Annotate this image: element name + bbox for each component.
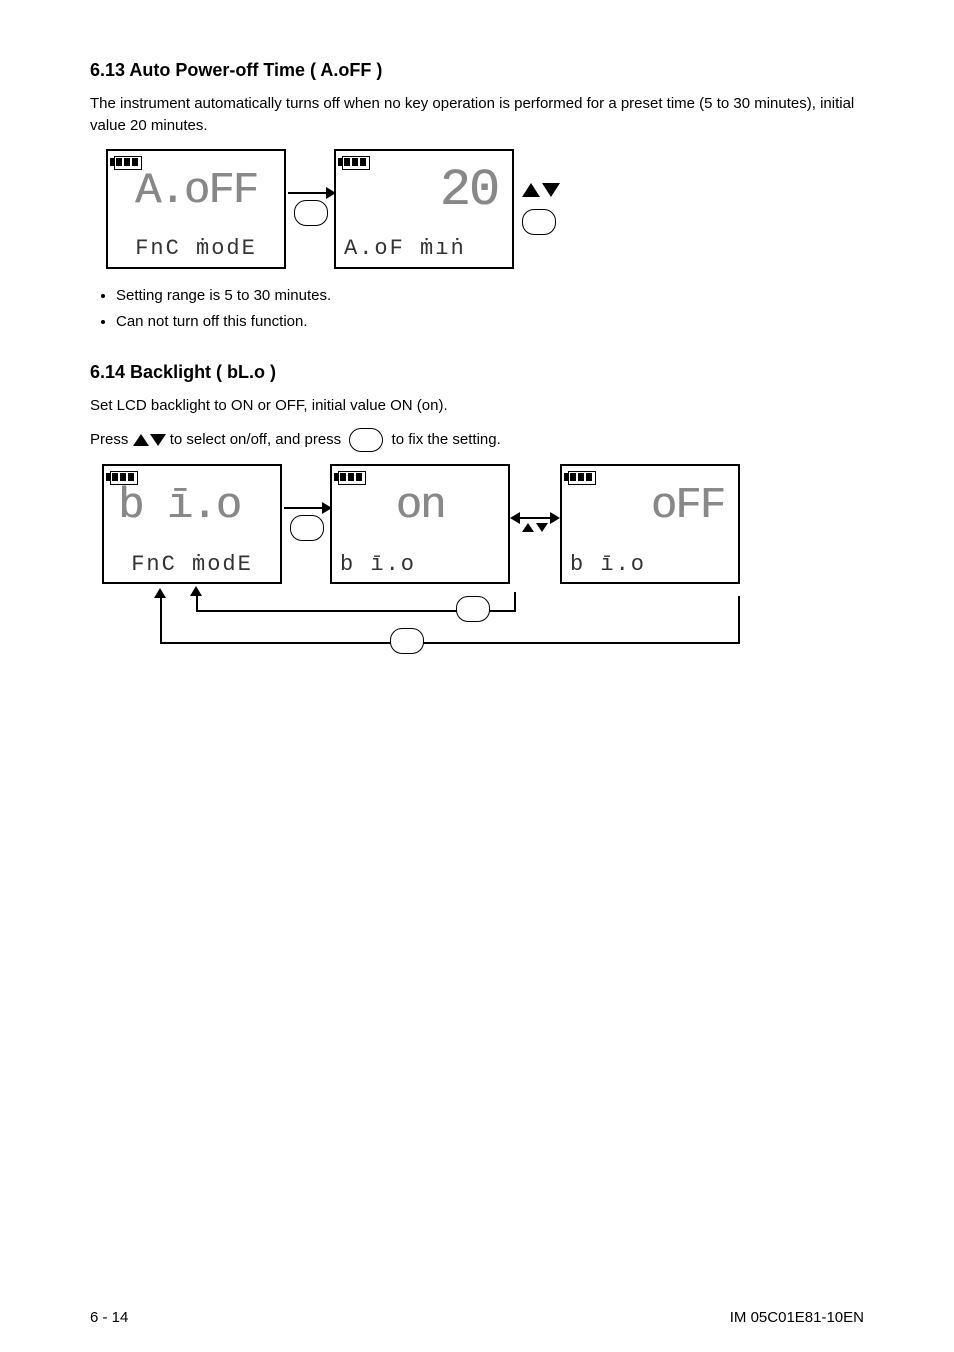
lcd-sub-text: FnC ṁodE (131, 552, 253, 577)
control-hint (522, 183, 560, 235)
battery-icon (342, 156, 368, 168)
lcd-screen-blo-menu: b ī.o FnC ṁodE (102, 464, 282, 584)
button-icon (290, 515, 324, 541)
up-down-icon (133, 434, 166, 446)
return-arrows (120, 600, 864, 670)
text-fix: to fix the setting. (392, 431, 501, 448)
battery-icon (568, 471, 594, 483)
page: 6.13 Auto Power-off Time ( A.oFF ) The i… (0, 0, 954, 1352)
button-icon (349, 428, 383, 452)
arrow-up-icon (154, 588, 166, 598)
text-select: to select on/off, and press (170, 431, 346, 448)
page-number: 6 - 14 (90, 1309, 128, 1326)
up-down-icon (522, 523, 548, 532)
lcd-sub-text: FnC ṁodE (135, 236, 257, 261)
button-icon (522, 209, 556, 235)
return-line-1 (196, 610, 516, 612)
lcd-main-text: on (396, 481, 445, 531)
section-6-14-title: 6.14 Backlight ( bL.o ) (90, 362, 864, 383)
lcd-screen-blo-off: oFF b ī.o (560, 464, 740, 584)
doc-id: IM 05C01E81-10EN (730, 1309, 864, 1326)
lcd-sub-text: b ī.o (340, 552, 416, 577)
section-6-13-title: 6.13 Auto Power-off Time ( A.oFF ) (90, 60, 864, 81)
arrow-up-icon (190, 586, 202, 596)
button-icon (294, 200, 328, 226)
section-6-13-bullets: Setting range is 5 to 30 minutes. Can no… (90, 285, 864, 334)
arrow-button-group (284, 507, 330, 541)
lcd-screen-blo-on: on b ī.o (330, 464, 510, 584)
section-6-13-desc: The instrument automatically turns off w… (90, 93, 864, 137)
battery-icon (110, 471, 136, 483)
page-footer: 6 - 14 IM 05C01E81-10EN (0, 1309, 954, 1326)
arrow-double-icon (512, 517, 558, 519)
diagram-6-13: A.oFF FnC ṁodE 20 A.oF ṁıṅ (90, 149, 864, 269)
lcd-screen-aoff-value: 20 A.oF ṁıṅ (334, 149, 514, 269)
up-down-icon (522, 183, 560, 197)
lcd-main-text: b ī.o (118, 481, 240, 531)
return-line-2 (160, 642, 740, 644)
text-press: Press (90, 431, 133, 448)
lcd-screen-aoff-menu: A.oFF FnC ṁodE (106, 149, 286, 269)
battery-icon (338, 471, 364, 483)
lcd-main-text: oFF (651, 481, 724, 531)
lcd-sub-text: A.oF ṁıṅ (344, 236, 466, 261)
arrow-right-icon (284, 507, 330, 509)
bullet-range: Setting range is 5 to 30 minutes. (116, 285, 864, 308)
double-arrow-control (512, 517, 558, 532)
lcd-main-text: A.oFF (135, 166, 257, 216)
battery-icon (114, 156, 140, 168)
bullet-nooff: Can not turn off this function. (116, 311, 864, 334)
section-6-14-desc1: Set LCD backlight to ON or OFF, initial … (90, 395, 864, 417)
lcd-main-text: 20 (440, 161, 498, 220)
button-icon (390, 628, 424, 654)
arrow-button-group (288, 192, 334, 226)
arrow-right-icon (288, 192, 334, 194)
diagram-6-14: b ī.o FnC ṁodE on b ī.o oFF b ī.o (90, 464, 864, 584)
button-icon (456, 596, 490, 622)
lcd-sub-text: b ī.o (570, 552, 646, 577)
section-6-14-desc2: Press to select on/off, and press to fix… (90, 428, 864, 452)
